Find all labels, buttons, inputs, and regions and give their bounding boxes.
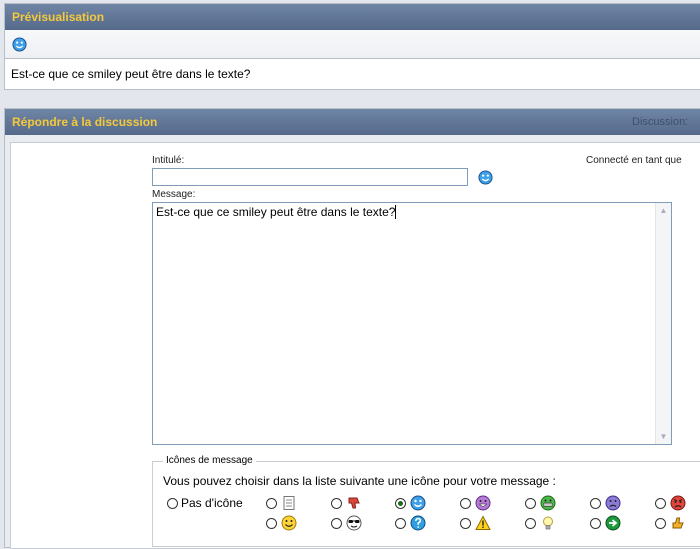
radio-angry-red[interactable] (655, 498, 666, 509)
radio-no-icon[interactable] (167, 498, 178, 509)
reply-form: Intitulé: Connecté en tant que Message: … (10, 142, 700, 549)
warning-icon (475, 515, 491, 530)
no-icon-label: Pas d'icône (181, 496, 243, 510)
yellow-smile-icon (281, 515, 297, 531)
radio-sad-purple[interactable] (590, 498, 601, 509)
preview-title: Prévisualisation (12, 10, 105, 24)
radio-purple-grin[interactable] (460, 498, 471, 509)
message-label: Message: (152, 189, 196, 200)
icons-instructions: Vous pouvez choisir dans la liste suivan… (163, 474, 556, 488)
preview-icon-row (5, 30, 700, 59)
logged-in-label: Connecté en tant que (586, 155, 682, 166)
message-text: Est-ce que ce smiley peut être dans le t… (156, 205, 396, 219)
message-icons-fieldset: Icônes de message Vous pouvez choisir da… (152, 455, 700, 547)
smile-blue-icon[interactable] (478, 170, 493, 185)
radio-question[interactable] (395, 518, 406, 529)
reply-panel: Répondre à la discussion Discussion: Int… (4, 108, 700, 549)
radio-yellow-smile[interactable] (266, 518, 277, 529)
radio-green-teeth[interactable] (525, 498, 536, 509)
text-caret (395, 205, 397, 219)
sad-purple-icon (605, 495, 621, 511)
radio-cool[interactable] (331, 518, 342, 529)
green-teeth-icon (540, 495, 556, 511)
preview-header: Prévisualisation (5, 4, 700, 30)
title-input[interactable] (152, 168, 468, 186)
arrow-right-icon (605, 515, 621, 531)
reply-header: Répondre à la discussion Discussion: (5, 109, 700, 135)
radio-thumbs-up[interactable] (655, 518, 666, 529)
preview-message: Est-ce que ce smiley peut être dans le t… (11, 67, 251, 81)
angry-red-icon (670, 495, 686, 511)
radio-lightbulb[interactable] (525, 518, 536, 529)
lightbulb-icon (543, 516, 553, 530)
radio-document[interactable] (266, 498, 277, 509)
radio-thumbs-down[interactable] (331, 498, 342, 509)
radio-warning[interactable] (460, 518, 471, 529)
preview-panel: Prévisualisation Est-ce que ce smiley pe… (4, 3, 700, 90)
smile-blue-icon (410, 495, 426, 511)
message-scrollbar[interactable]: ▲ ▼ (655, 203, 671, 444)
radio-arrow[interactable] (590, 518, 601, 529)
radio-smile-blue[interactable] (395, 498, 406, 509)
title-label: Intitulé: (152, 155, 185, 166)
scroll-down-icon[interactable]: ▼ (657, 430, 670, 443)
icons-legend: Icônes de message (163, 455, 256, 466)
cool-sunglasses-icon (346, 515, 362, 531)
thumbs-down-icon (348, 497, 360, 509)
purple-grin-icon (475, 495, 491, 511)
document-icon (283, 496, 295, 510)
thumbs-up-icon (672, 517, 684, 529)
thread-label: Discussion: (632, 116, 689, 128)
question-icon (410, 515, 426, 531)
message-textarea[interactable]: Est-ce que ce smiley peut être dans le t… (152, 202, 672, 445)
smile-blue-icon (12, 37, 27, 52)
scroll-up-icon[interactable]: ▲ (657, 204, 670, 217)
reply-title: Répondre à la discussion (12, 115, 158, 129)
